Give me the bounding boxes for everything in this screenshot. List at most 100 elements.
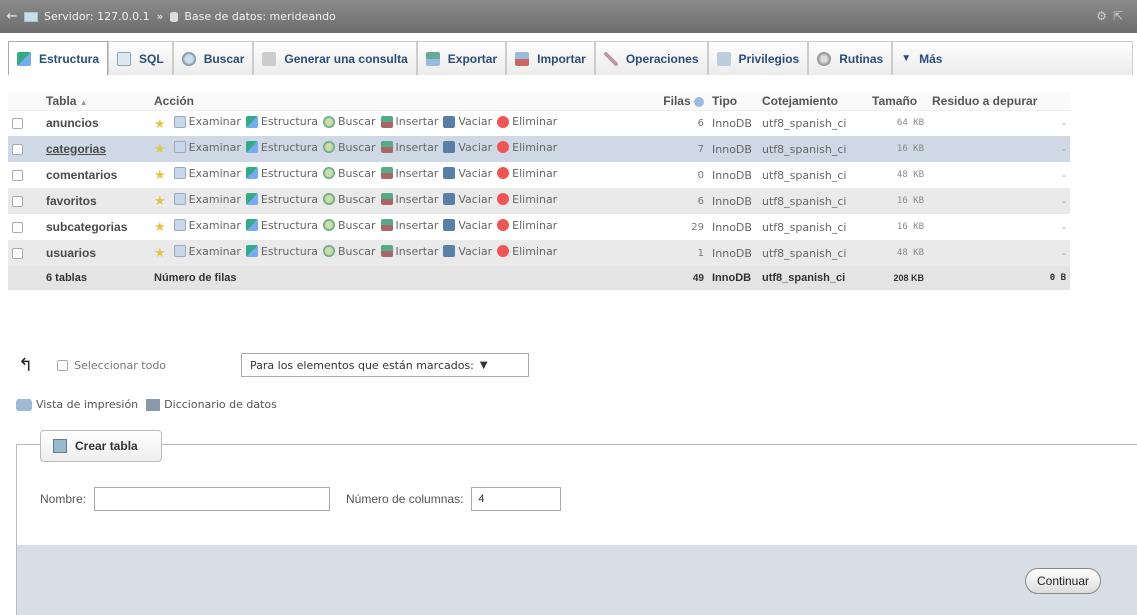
table-name-link[interactable]: subcategorias bbox=[46, 220, 127, 234]
action-estructura[interactable]: Estructura bbox=[245, 115, 318, 128]
action-vaciar[interactable]: Vaciar bbox=[443, 193, 492, 206]
header-tabla[interactable]: Tabla ▲ bbox=[42, 92, 150, 111]
action-eliminar[interactable]: Eliminar bbox=[497, 115, 557, 128]
action-buscar[interactable]: Buscar bbox=[322, 115, 376, 128]
header-tamano[interactable]: Tamaño bbox=[868, 92, 928, 111]
table-name-input[interactable] bbox=[94, 487, 331, 511]
breadcrumb-database[interactable]: Base de datos: merideando bbox=[184, 10, 335, 23]
tab-estructura[interactable]: Estructura bbox=[8, 41, 109, 75]
action-examinar-label: Examinar bbox=[188, 192, 241, 206]
rows-count: 7 bbox=[648, 136, 708, 162]
continue-button[interactable]: Continuar bbox=[1025, 568, 1101, 594]
action-estructura[interactable]: Estructura bbox=[245, 167, 318, 180]
favorite-star-icon[interactable]: ★ bbox=[154, 117, 166, 132]
action-buscar[interactable]: Buscar bbox=[322, 219, 376, 232]
bulk-action-select[interactable]: Para los elementos que están marcados: ▼ bbox=[241, 353, 529, 377]
header-tipo[interactable]: Tipo bbox=[708, 92, 758, 111]
row-checkbox[interactable] bbox=[12, 170, 23, 181]
action-eliminar[interactable]: Eliminar bbox=[497, 141, 557, 154]
tab-operaciones[interactable]: Operaciones bbox=[594, 41, 708, 75]
tab-sql[interactable]: SQL bbox=[108, 41, 173, 75]
action-examinar[interactable]: Examinar bbox=[173, 192, 241, 206]
action-vaciar[interactable]: Vaciar bbox=[443, 167, 492, 180]
action-estructura[interactable]: Estructura bbox=[245, 141, 318, 154]
action-vaciar[interactable]: Vaciar bbox=[443, 219, 492, 232]
action-examinar[interactable]: Examinar bbox=[173, 245, 241, 258]
action-eliminar[interactable]: Eliminar bbox=[497, 245, 557, 258]
action-vaciar[interactable]: Vaciar bbox=[443, 141, 492, 154]
tab-rutinas[interactable]: Rutinas bbox=[808, 41, 893, 75]
action-estructura[interactable]: Estructura bbox=[245, 245, 318, 258]
action-insertar[interactable]: Insertar bbox=[380, 193, 438, 206]
insert-icon bbox=[380, 193, 393, 206]
table-size: 64 KB bbox=[868, 110, 928, 136]
tab-generar-consulta[interactable]: Generar una consulta bbox=[253, 41, 417, 75]
favorite-star-icon[interactable]: ★ bbox=[154, 220, 166, 235]
table-name-link[interactable]: anuncios bbox=[46, 116, 99, 130]
header-filas[interactable]: Filas bbox=[648, 92, 708, 111]
settings-gear-icon[interactable]: ⚙⇱ bbox=[1096, 9, 1129, 23]
tab-privilegios[interactable]: Privilegios bbox=[707, 41, 809, 75]
action-examinar[interactable]: Examinar bbox=[173, 219, 241, 232]
action-vaciar[interactable]: Vaciar bbox=[443, 245, 492, 258]
summary-empty bbox=[8, 266, 42, 290]
action-buscar[interactable]: Buscar bbox=[322, 141, 376, 154]
favorite-star-icon[interactable]: ★ bbox=[154, 142, 166, 157]
action-insertar[interactable]: Insertar bbox=[380, 115, 438, 128]
action-buscar[interactable]: Buscar bbox=[322, 245, 376, 258]
action-insertar[interactable]: Insertar bbox=[380, 245, 438, 258]
engine-type: InnoDB bbox=[708, 240, 758, 266]
row-checkbox[interactable] bbox=[12, 196, 23, 207]
action-examinar[interactable]: Examinar bbox=[173, 115, 241, 128]
empty-icon bbox=[443, 193, 456, 206]
row-checkbox[interactable] bbox=[12, 222, 23, 233]
action-eliminar[interactable]: Eliminar bbox=[497, 193, 557, 206]
rows-count: 0 bbox=[648, 162, 708, 188]
row-checkbox[interactable] bbox=[12, 248, 23, 259]
action-eliminar[interactable]: Eliminar bbox=[497, 167, 557, 180]
table-name-link[interactable]: favoritos bbox=[46, 194, 97, 208]
column-count-input[interactable]: 4 bbox=[471, 487, 562, 511]
action-examinar[interactable]: Examinar bbox=[173, 167, 241, 180]
action-estructura[interactable]: Estructura bbox=[245, 193, 318, 206]
row-checkbox[interactable] bbox=[12, 118, 23, 130]
favorite-star-icon[interactable]: ★ bbox=[154, 194, 166, 209]
action-insertar[interactable]: Insertar bbox=[380, 219, 438, 232]
action-buscar[interactable]: Buscar bbox=[322, 193, 376, 206]
favorite-star-icon[interactable]: ★ bbox=[154, 246, 166, 261]
data-dictionary-link[interactable]: Diccionario de datos bbox=[164, 398, 277, 411]
table-add-icon bbox=[53, 439, 67, 453]
header-residuo[interactable]: Residuo a depurar bbox=[928, 92, 1070, 111]
action-eliminar[interactable]: Eliminar bbox=[497, 219, 557, 232]
action-vaciar[interactable]: Vaciar bbox=[443, 115, 492, 128]
header-accion: Acción bbox=[150, 92, 648, 111]
action-buscar[interactable]: Buscar bbox=[322, 167, 376, 180]
table-name-cell: favoritos bbox=[42, 188, 150, 214]
table-name-link[interactable]: categorias bbox=[46, 142, 106, 156]
action-insertar[interactable]: Insertar bbox=[380, 141, 438, 154]
tab-mas[interactable]: ▼ Más bbox=[892, 41, 1133, 75]
row-checkbox[interactable] bbox=[12, 144, 23, 155]
browse-icon bbox=[173, 167, 186, 180]
table-name-link[interactable]: usuarios bbox=[46, 246, 96, 260]
print-view-link[interactable]: Vista de impresión bbox=[36, 398, 138, 411]
tab-buscar[interactable]: Buscar bbox=[172, 41, 254, 75]
action-insertar[interactable]: Insertar bbox=[380, 167, 438, 180]
collapse-arrow-icon[interactable]: ← bbox=[0, 9, 24, 24]
select-all-label[interactable]: Seleccionar todo bbox=[74, 359, 166, 372]
breadcrumb-server[interactable]: Servidor: 127.0.0.1 bbox=[44, 10, 150, 23]
tab-exportar[interactable]: Exportar bbox=[416, 41, 507, 75]
tab-importar[interactable]: Importar bbox=[506, 41, 595, 75]
action-examinar[interactable]: Examinar bbox=[173, 141, 241, 154]
header-cotejamiento[interactable]: Cotejamiento bbox=[758, 92, 868, 111]
print-icon bbox=[16, 398, 32, 411]
table-name-cell: subcategorias bbox=[42, 214, 150, 240]
help-icon[interactable] bbox=[694, 96, 704, 107]
action-estructura[interactable]: Estructura bbox=[245, 219, 318, 232]
favorite-star-icon[interactable]: ★ bbox=[154, 168, 166, 183]
table-name-link[interactable]: comentarios bbox=[46, 168, 117, 182]
breadcrumb-separator: » bbox=[156, 10, 164, 23]
server-icon bbox=[24, 11, 38, 22]
select-all-checkbox[interactable] bbox=[57, 360, 69, 371]
summary-count: 6 tablas bbox=[42, 266, 150, 290]
